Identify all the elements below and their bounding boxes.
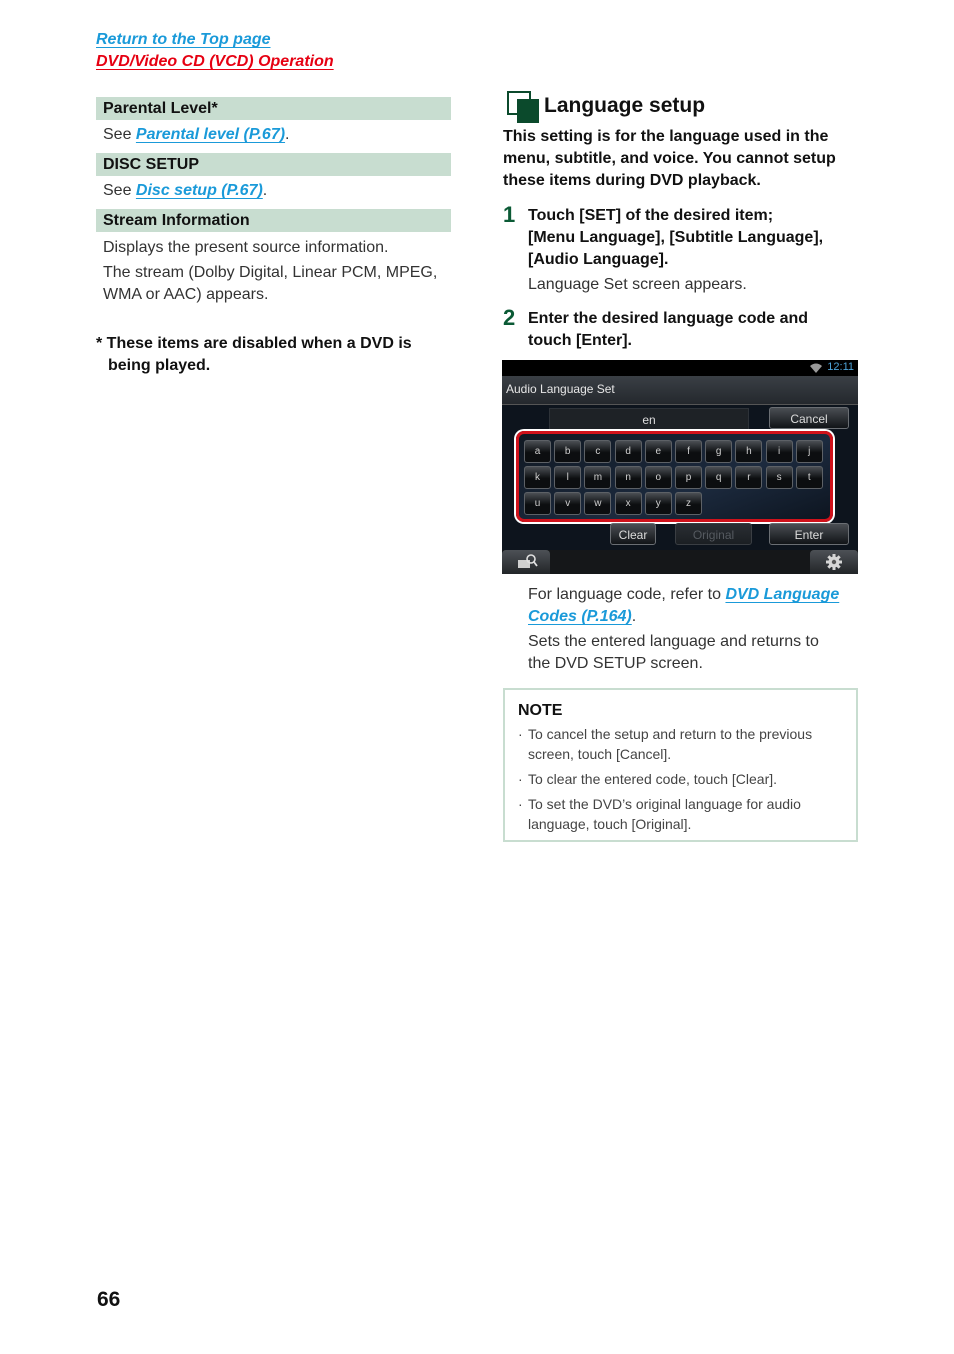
parental-level-see: See Parental level (P.67). <box>103 124 290 146</box>
note-item-line: screen, touch [Cancel]. <box>528 745 672 762</box>
stream-info-line-2: The stream (Dolby Digital, Linear PCM, M… <box>103 264 438 281</box>
note-item-line: To clear the entered code, touch [Clear]… <box>528 771 778 787</box>
key-e[interactable]: e <box>644 440 672 463</box>
key-u[interactable]: u <box>524 492 551 515</box>
step-1-line-2: [Menu Language], [Subtitle Language], <box>528 229 824 246</box>
key-p[interactable]: p <box>675 466 702 489</box>
footnote-line-1: * These items are disabled when a DVD is <box>96 335 412 352</box>
disc-setup-link[interactable]: Disc setup (P.67) <box>136 182 263 199</box>
dvd-language-codes-link-1[interactable]: DVD Language <box>725 586 839 603</box>
stream-info-line-1: Displays the present source information. <box>103 239 389 256</box>
note-title: NOTE <box>518 702 563 719</box>
step-1-result: Language Set screen appears. <box>528 276 747 293</box>
key-x[interactable]: x <box>614 492 642 515</box>
note-box: NOTE · To cancel the setup and return to… <box>503 688 858 842</box>
intro-line-3: these items during DVD playback. <box>503 172 761 189</box>
note-item: · To cancel the setup and return to the … <box>518 725 838 764</box>
step-1-line-1: Touch [SET] of the desired item; <box>528 207 774 224</box>
parental-level-header: Parental Level* <box>96 97 451 120</box>
intro-line-2: menu, subtitle, and voice. You cannot se… <box>503 150 836 167</box>
intro-line-1: This setting is for the language used in… <box>503 128 829 145</box>
key-j[interactable]: j <box>795 440 823 463</box>
clock: 12:11 <box>827 361 854 373</box>
note-item-line: To set the DVD’s original language for a… <box>528 796 801 812</box>
result-line-1: Sets the entered language and returns to <box>528 633 819 650</box>
section-title: Language setup <box>544 94 706 117</box>
page-number: 66 <box>97 1288 121 1311</box>
step-2-line-2: touch [Enter]. <box>528 332 632 349</box>
key-w[interactable]: w <box>584 492 612 515</box>
disc-setup-header: DISC SETUP <box>96 153 451 176</box>
status-bar: 12:11 <box>502 360 858 376</box>
stream-info-line-3: WMA or AAC) appears. <box>103 286 269 303</box>
key-g[interactable]: g <box>705 440 733 463</box>
cancel-button[interactable]: Cancel <box>769 407 849 429</box>
key-b[interactable]: b <box>554 440 582 463</box>
note-item-line: language, touch [Original]. <box>528 815 692 832</box>
key-h[interactable]: h <box>735 440 763 463</box>
note-item: · To set the DVD’s original language for… <box>518 795 838 834</box>
key-q[interactable]: q <box>705 466 733 489</box>
screen-title: Audio Language Set <box>506 382 615 396</box>
reference-prefix: For language code, refer to <box>528 586 726 603</box>
disc-setup-see: See Disc setup (P.67). <box>103 180 267 202</box>
gear-icon <box>826 554 842 570</box>
key-y[interactable]: y <box>644 492 672 515</box>
key-z[interactable]: z <box>675 492 702 515</box>
wifi-icon <box>810 363 822 373</box>
key-i[interactable]: i <box>765 440 793 463</box>
language-code-input[interactable]: en <box>549 408 749 432</box>
see-prefix: See <box>103 182 136 199</box>
key-o[interactable]: o <box>644 466 672 489</box>
result-line-2: the DVD SETUP screen. <box>528 655 703 672</box>
key-t[interactable]: t <box>795 466 823 489</box>
step-1-line-3: [Audio Language]. <box>528 251 669 268</box>
image-search-button[interactable] <box>502 550 550 574</box>
note-item-line: To cancel the setup and return to the pr… <box>528 726 813 742</box>
step-2-line-1: Enter the desired language code and <box>528 310 809 327</box>
key-s[interactable]: s <box>765 466 793 489</box>
key-k[interactable]: k <box>524 466 551 489</box>
period: . <box>285 126 290 143</box>
key-n[interactable]: n <box>614 466 642 489</box>
dvd-language-codes-link-2[interactable]: Codes (P.164) <box>528 608 632 625</box>
key-d[interactable]: d <box>614 440 642 463</box>
section-link[interactable]: DVD/Video CD (VCD) Operation <box>96 53 334 71</box>
enter-button[interactable]: Enter <box>769 523 849 545</box>
settings-button[interactable] <box>810 550 858 574</box>
period: . <box>262 182 268 199</box>
language-code-reference: For language code, refer to DVD Language <box>528 584 839 606</box>
note-item: · To clear the entered code, touch [Clea… <box>518 770 838 790</box>
key-m[interactable]: m <box>584 466 612 489</box>
stream-info-header: Stream Information <box>96 209 451 232</box>
key-l[interactable]: l <box>554 466 582 489</box>
screen-title-bar: Audio Language Set <box>502 376 858 405</box>
clear-button[interactable]: Clear <box>610 523 656 545</box>
step-1-number: 1 <box>503 202 516 227</box>
see-prefix: See <box>103 126 136 143</box>
period: . <box>631 608 637 625</box>
return-top-link[interactable]: Return to the Top page <box>96 31 271 49</box>
key-c[interactable]: c <box>584 440 612 463</box>
parental-level-link[interactable]: Parental level (P.67) <box>136 126 285 143</box>
image-search-icon <box>518 554 538 568</box>
key-a[interactable]: a <box>524 440 551 463</box>
language-code-reference-2: Codes (P.164). <box>528 606 636 628</box>
original-button[interactable]: Original <box>675 523 752 545</box>
key-r[interactable]: r <box>735 466 763 489</box>
language-set-screenshot: 12:11 Audio Language Set en Cancel abcde… <box>502 360 858 574</box>
key-f[interactable]: f <box>675 440 702 463</box>
key-v[interactable]: v <box>554 492 582 515</box>
bottom-bar <box>502 550 858 574</box>
footnote-line-2: being played. <box>108 357 211 374</box>
step-2-number: 2 <box>503 305 516 330</box>
section-icon <box>507 91 539 123</box>
